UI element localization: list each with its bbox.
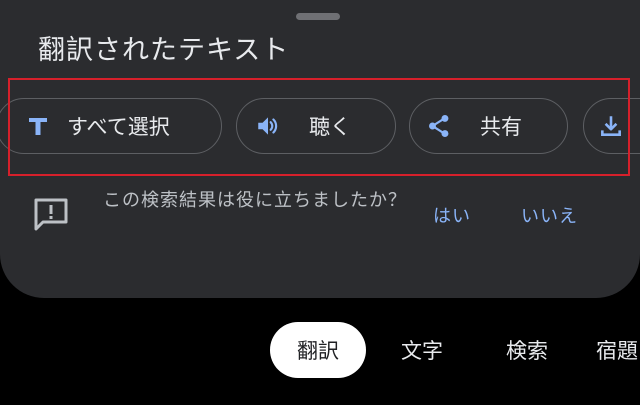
bottom-sheet: 翻訳されたテキスト すべて選択 聴く 共有 この検索結果は役に立ちましたか？ は…: [0, 0, 640, 298]
feedback-question: この検索結果は役に立ちましたか？: [103, 190, 407, 211]
tab-translate[interactable]: 翻訳: [270, 322, 366, 378]
feedback-icon: [32, 197, 70, 233]
tab-search[interactable]: 検索: [490, 322, 564, 378]
feedback-no-link[interactable]: いいえ: [521, 202, 578, 228]
feedback-yes-link[interactable]: はい: [433, 202, 471, 228]
drag-handle[interactable]: [296, 13, 340, 20]
highlight-box: [8, 78, 630, 176]
tab-homework[interactable]: 宿題: [596, 322, 640, 378]
tab-text[interactable]: 文字: [386, 322, 458, 378]
screen: 翻訳されたテキスト すべて選択 聴く 共有 この検索結果は役に立ちましたか？ は…: [0, 0, 640, 405]
sheet-title: 翻訳されたテキスト: [38, 35, 290, 66]
